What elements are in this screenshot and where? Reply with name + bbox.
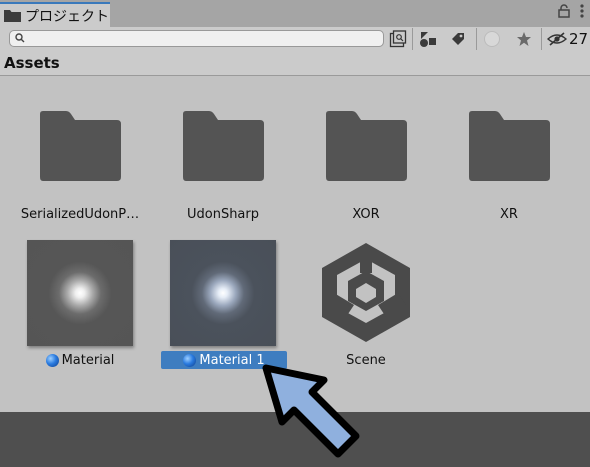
folder-icon [326, 111, 407, 181]
asset-label: UdonSharp [186, 206, 259, 222]
asset-label: SerializedUdonP… [20, 206, 140, 222]
folder-icon [183, 111, 264, 181]
breadcrumb-assets[interactable]: Assets [4, 54, 60, 72]
asset-label: XOR [352, 206, 380, 222]
pointer-arrow-icon [262, 364, 360, 458]
filter-by-label-button[interactable] [444, 28, 472, 50]
window-tabbar: プロジェクト [0, 0, 590, 27]
search-field[interactable] [9, 30, 384, 48]
project-toolbar: 27 [0, 27, 590, 52]
material-icon [45, 353, 59, 367]
filter-by-label-icon [452, 33, 464, 45]
asset-label: XR [500, 206, 518, 222]
filter-by-status-button[interactable] [478, 28, 506, 50]
favorite-button[interactable] [510, 28, 538, 50]
create-menu-icon [389, 30, 407, 48]
hidden-count: 27 [568, 30, 589, 48]
material-preview [170, 240, 276, 346]
favorite-icon [517, 32, 531, 46]
hidden-packages-icon [546, 32, 567, 46]
asset-item-material-selected[interactable]: Material 1 [158, 236, 288, 371]
folder-icon [40, 111, 121, 181]
asset-label: Material 1 [199, 352, 265, 368]
asset-item-folder[interactable]: UdonSharp [158, 76, 288, 226]
search-by-type-button[interactable] [388, 28, 408, 50]
asset-item-material[interactable]: Material [15, 236, 145, 371]
material-icon [183, 353, 197, 367]
material-preview [27, 240, 133, 346]
filter-by-status-icon [484, 31, 500, 47]
breadcrumb: Assets [0, 52, 590, 76]
asset-label: Material [61, 352, 115, 368]
asset-item-scene[interactable]: Scene [301, 236, 431, 371]
asset-label-row: Material [15, 351, 145, 369]
filter-by-type-icon [420, 32, 436, 47]
search-input[interactable] [30, 31, 374, 48]
lock-icon[interactable] [558, 4, 570, 18]
asset-item-folder[interactable]: XOR [301, 76, 431, 226]
filter-by-type-button[interactable] [414, 28, 442, 50]
unity-scene-icon [322, 243, 410, 342]
search-icon [15, 33, 25, 43]
tab-project[interactable]: プロジェクト [0, 2, 110, 27]
hidden-packages-toggle[interactable]: 27 [545, 28, 590, 50]
folder-icon [4, 10, 21, 22]
asset-item-folder[interactable]: SerializedUdonP… [15, 76, 145, 226]
tab-label: プロジェクト [25, 8, 109, 25]
kebab-menu-icon[interactable] [580, 4, 584, 18]
folder-icon [469, 111, 550, 181]
asset-item-folder[interactable]: XR [444, 76, 574, 226]
